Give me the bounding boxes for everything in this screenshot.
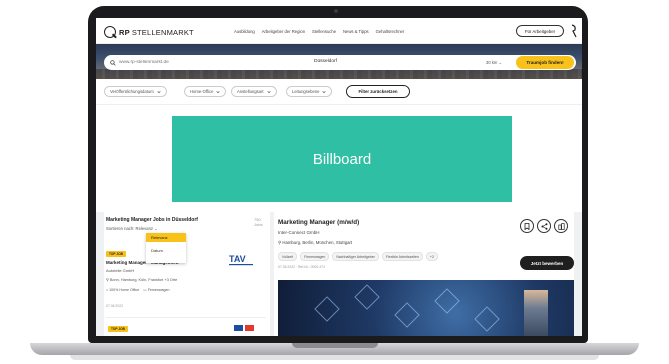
- job-card-tag: ▭ Firmenwagen: [143, 288, 169, 292]
- filter-bar: Veröffentlichungsdatum Home-Office Anste…: [96, 79, 582, 105]
- job-card-location-text: Bonn, Hamburg, Köln, Frankfurt +3 Orte: [109, 278, 178, 282]
- search-bar: Düsseldorf 30 km ⌄ Traumjob finden!: [104, 55, 576, 70]
- search-icon: [110, 59, 116, 66]
- apply-button[interactable]: Jetzt bewerben: [520, 256, 574, 270]
- chevron-down-icon: [216, 90, 221, 93]
- site-header: RP STELLENMARKT Ausbildung Arbeitgeber d…: [96, 18, 582, 44]
- site-logo[interactable]: RP STELLENMARKT: [104, 26, 194, 38]
- job-card-company: Autoteile GmbH: [106, 268, 135, 273]
- person-image: [524, 290, 548, 336]
- job-actions: [520, 219, 568, 233]
- sort-option-date[interactable]: Datum: [146, 246, 186, 255]
- chevron-down-icon: [322, 90, 327, 93]
- results-title: Marketing Manager Jobs in Düsseldorf: [106, 217, 198, 223]
- search-hero: Düsseldorf 30 km ⌄ Traumjob finden!: [96, 44, 582, 79]
- logo-text: STELLENMARKT: [131, 27, 194, 37]
- job-card-tags: ⌂ 100% Home Office ▭ Firmenwagen: [106, 288, 169, 292]
- nav-item-arbeitgeber[interactable]: Arbeitgeber der Region: [262, 29, 305, 34]
- job-card-date: 07.06.2022: [106, 304, 123, 308]
- nav-item-news[interactable]: News & Tipps: [343, 29, 369, 34]
- hexagon-shape: [434, 288, 460, 314]
- filter-label: Veröffentlichungsdatum: [110, 89, 154, 94]
- nav-item-ausbildung[interactable]: Ausbildung: [234, 29, 255, 34]
- filter-management-level[interactable]: Leitungsebene: [286, 86, 333, 97]
- reset-filters-button[interactable]: Filter zurücksetzen: [346, 85, 410, 98]
- job-detail-company[interactable]: Inter-Connect GmbH: [278, 230, 320, 235]
- job-detail-title: Marketing Manager (m/w/d): [278, 219, 360, 226]
- results-list: Marketing Manager Jobs in Düsseldorf 750…: [104, 212, 270, 336]
- company-button[interactable]: [554, 219, 568, 233]
- results-area: Marketing Manager Jobs in Düsseldorf 750…: [96, 212, 582, 336]
- filter-label: Anstellungsart: [237, 89, 264, 94]
- location-pin-icon: ⚲: [278, 240, 282, 245]
- job-tag: Nachhaltiger Arbeitgeber: [332, 252, 379, 261]
- job-detail-location-text: Hamburg, Berlin, München, Stuttgart: [282, 240, 353, 245]
- chevron-down-icon: [266, 90, 271, 93]
- logo-bold: RP: [119, 27, 130, 37]
- job-card[interactable]: TOP JOB Marketing Manager - Management A…: [106, 248, 266, 318]
- home-office-icon: ⌂: [106, 288, 109, 292]
- job-detail-location: ⚲ Hamburg, Berlin, München, Stuttgart: [278, 240, 352, 246]
- logo-magnifier-icon: [104, 26, 116, 38]
- company-logo: TAV: [229, 254, 253, 266]
- share-button[interactable]: [537, 219, 551, 233]
- job-detail-meta: 07.06.2022 · Ref-Nr.: 0000-474: [278, 265, 325, 269]
- job-tag: Vollzeit: [278, 252, 298, 261]
- laptop-screen: RP STELLENMARKT Ausbildung Arbeitgeber d…: [96, 18, 582, 336]
- job-detail: Marketing Manager (m/w/d) Inter-Connect …: [274, 212, 574, 336]
- filter-date[interactable]: Veröffentlichungsdatum: [104, 86, 167, 97]
- company-logo: [234, 325, 254, 331]
- company-logo-text: TAV: [229, 254, 246, 264]
- sort-select[interactable]: Sortieren nach: Relevanz ⌄: [106, 226, 158, 231]
- chevron-down-icon: [157, 90, 161, 93]
- laptop-shadow: [70, 355, 599, 360]
- bookmark-button[interactable]: [520, 219, 534, 233]
- sort-label: Sortieren nach: Relevanz: [106, 226, 154, 231]
- hexagon-shape: [314, 296, 340, 322]
- bookmark-icon: [524, 222, 530, 230]
- job-card-location: ⚲ Bonn, Hamburg, Köln, Frankfurt +3 Orte: [106, 277, 177, 282]
- sort-option-relevance[interactable]: Relevanz: [146, 233, 186, 242]
- job-tag: Flexible Arbeitszeiten: [381, 252, 423, 261]
- job-card-tag-text: 100% Home Office: [109, 288, 140, 292]
- keyword-input[interactable]: [119, 60, 309, 65]
- job-tag-more[interactable]: +2: [425, 252, 438, 261]
- chevron-down-icon: ⌄: [154, 226, 158, 231]
- location-input[interactable]: Düsseldorf: [314, 59, 337, 64]
- location-pin-icon: ⚲: [106, 278, 109, 282]
- results-count: 750 Jobs: [254, 217, 263, 227]
- chevron-down-icon: ⌄: [498, 60, 503, 65]
- share-icon: [541, 222, 547, 230]
- employer-button[interactable]: Für Arbeitgeber: [516, 25, 564, 37]
- billboard-ad[interactable]: Billboard: [172, 116, 512, 202]
- job-card-tag: ⌂ 100% Home Office: [106, 288, 139, 292]
- hexagon-shape: [474, 306, 500, 332]
- user-icon[interactable]: [571, 24, 577, 38]
- city-skyline-image: [96, 69, 582, 79]
- job-tag: Firmenwagen: [300, 252, 330, 261]
- hexagon-shape: [354, 284, 380, 310]
- sort-dropdown: Relevanz Datum: [146, 233, 186, 263]
- main-nav: Ausbildung Arbeitgeber der Region Stelle…: [234, 29, 404, 34]
- nav-item-gehaltsrechner[interactable]: Gehaltsrechner: [376, 29, 405, 34]
- top-job-badge: TOP JOB: [106, 251, 126, 257]
- job-card-tag-text: Firmenwagen: [147, 288, 170, 292]
- filter-home-office[interactable]: Home-Office: [184, 86, 227, 97]
- company-icon: [557, 222, 565, 230]
- job-detail-tags: Vollzeit Firmenwagen Nachhaltiger Arbeit…: [278, 252, 438, 261]
- nav-item-stellensuche[interactable]: Stellensuche: [312, 29, 336, 34]
- job-header-image: [278, 280, 574, 336]
- laptop-notch: [292, 343, 378, 348]
- laptop-camera: [334, 9, 338, 13]
- filter-label: Home-Office: [190, 89, 214, 94]
- car-icon: ▭: [143, 288, 147, 292]
- filter-employment-type[interactable]: Anstellungsart: [231, 86, 277, 97]
- hexagon-shape: [394, 302, 420, 328]
- filter-label: Leitungsebene: [292, 89, 320, 94]
- radius-value: 30 km: [486, 60, 498, 65]
- top-job-badge: TOP JOB: [108, 326, 128, 332]
- find-job-button[interactable]: Traumjob finden!: [516, 56, 574, 69]
- radius-select[interactable]: 30 km ⌄: [486, 60, 502, 65]
